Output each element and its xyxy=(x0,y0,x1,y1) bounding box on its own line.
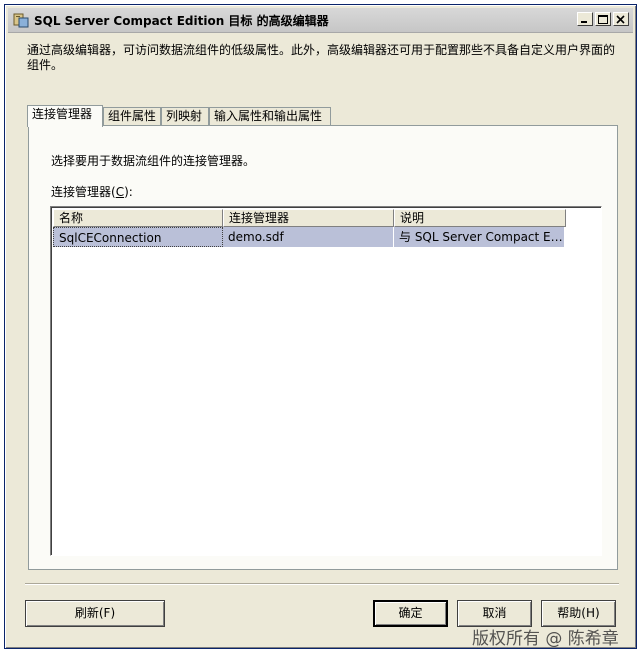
column-header-connection-manager[interactable]: 连接管理器 xyxy=(223,209,394,227)
cell-description: 与 SQL Server Compact Editio... xyxy=(394,227,565,247)
minimize-icon xyxy=(581,21,587,23)
connection-managers-list[interactable]: 名称 连接管理器 说明 SqlCEConnection demo.sdf 与 S… xyxy=(50,206,602,556)
label-access-key: C xyxy=(115,185,125,199)
table-row[interactable]: SqlCEConnection demo.sdf 与 SQL Server Co… xyxy=(53,227,565,247)
cancel-button[interactable]: 取消 xyxy=(457,600,532,627)
title-bar[interactable]: SQL Server Compact Edition 目标 的高级编辑器 xyxy=(8,8,633,33)
connection-managers-label: 连接管理器(C): xyxy=(51,183,133,200)
tab-input-output-properties[interactable]: 输入属性和输出属性 xyxy=(209,107,331,125)
ok-button[interactable]: 确定 xyxy=(373,600,448,627)
label-suffix: ): xyxy=(124,185,133,199)
app-icon xyxy=(13,13,29,28)
editor-description: 通过高级编辑器，可访问数据流组件的低级属性。此外，高级编辑器还可用于配置那些不具… xyxy=(27,43,616,72)
tab-column-mappings[interactable]: 列映射 xyxy=(161,107,209,125)
close-button[interactable] xyxy=(613,12,629,26)
close-icon xyxy=(616,15,625,24)
label-prefix: 连接管理器( xyxy=(51,185,116,199)
cell-name: SqlCEConnection xyxy=(53,227,223,247)
maximize-icon xyxy=(598,15,608,24)
column-header-description[interactable]: 说明 xyxy=(394,209,566,227)
copyright-watermark: 版权所有 @ 陈希章 xyxy=(472,629,619,649)
minimize-button[interactable] xyxy=(577,12,593,26)
window-title: SQL Server Compact Edition 目标 的高级编辑器 xyxy=(34,14,329,28)
tab-component-properties[interactable]: 组件属性 xyxy=(103,107,161,125)
column-header-name[interactable]: 名称 xyxy=(53,209,223,227)
maximize-button[interactable] xyxy=(595,12,611,26)
tab-panel-connection-managers: 选择要用于数据流组件的连接管理器。 连接管理器(C): 名称 连接管理器 说明 … xyxy=(28,125,618,570)
help-button[interactable]: 帮助(H) xyxy=(541,600,616,627)
panel-instruction: 选择要用于数据流组件的连接管理器。 xyxy=(51,154,256,168)
button-area-divider xyxy=(25,583,619,585)
tab-connection-managers[interactable]: 连接管理器 xyxy=(27,105,103,127)
cell-connection-manager: demo.sdf xyxy=(223,227,394,247)
refresh-button[interactable]: 刷新(F) xyxy=(25,600,165,627)
advanced-editor-window: SQL Server Compact Edition 目标 的高级编辑器 通过高… xyxy=(4,4,637,649)
